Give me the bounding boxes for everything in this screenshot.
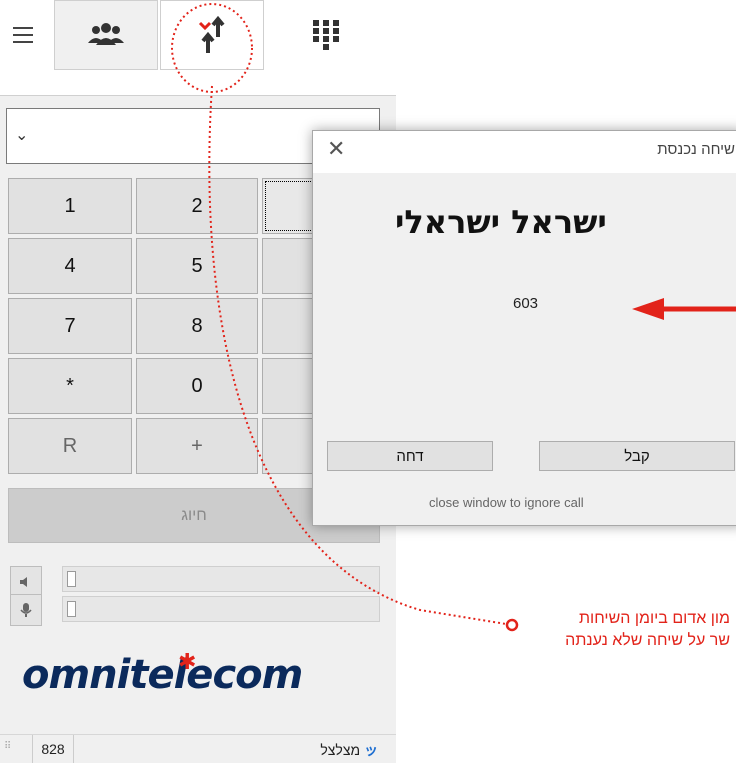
annotation-connector [208,85,507,625]
highlight-circle [171,3,253,93]
annotation-line-2: שר על שיחה שלא נענתה [565,632,730,649]
annotation-line-1: מון אדום ביומן השיחות [579,610,730,627]
connector-end-dot [505,618,519,632]
annotation-text: מון אדום ביומן השיחות שר על שיחה שלא נענ… [565,608,730,652]
pointer-arrow-icon [632,298,664,320]
